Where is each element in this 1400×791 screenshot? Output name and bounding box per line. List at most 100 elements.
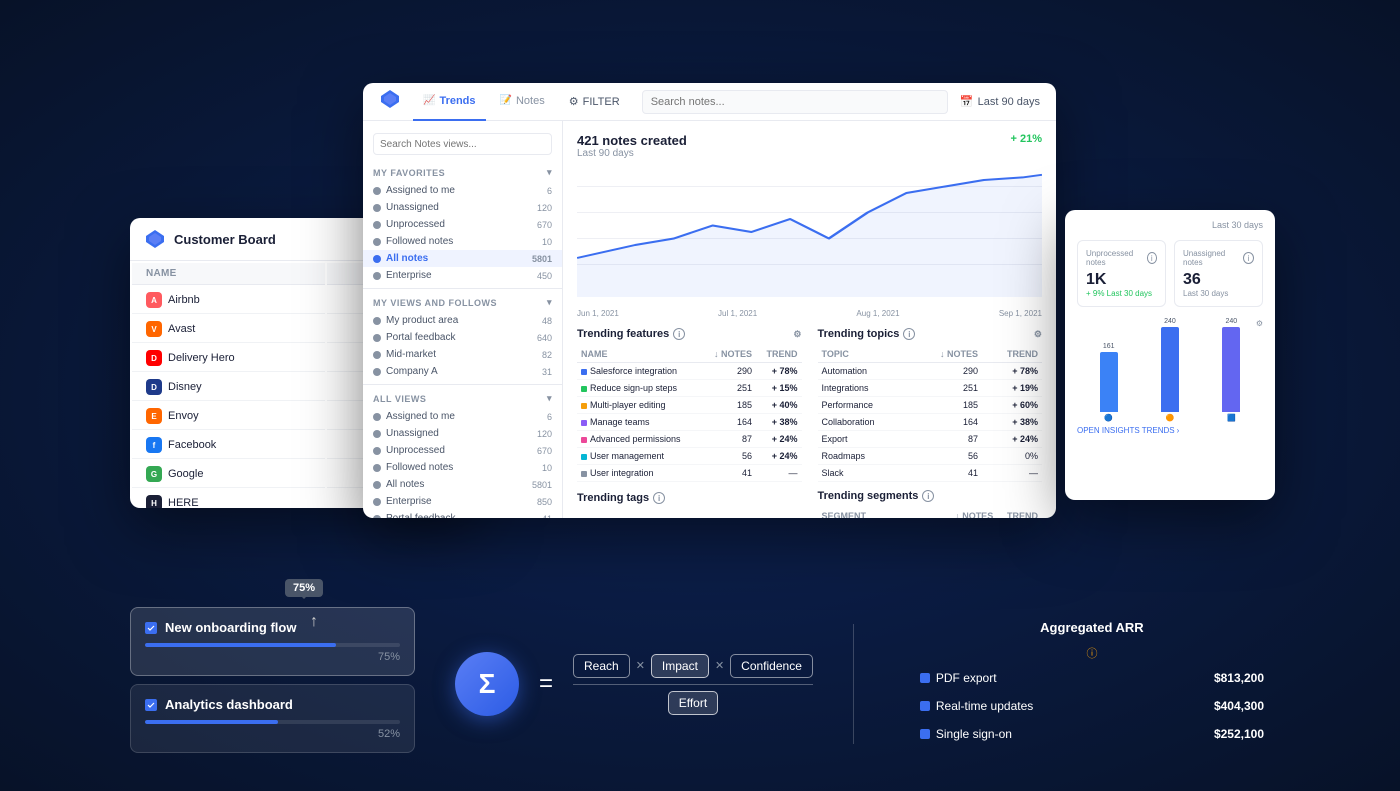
- sidebar-item[interactable]: Portal feedback41: [363, 510, 562, 518]
- sidebar-item[interactable]: My product area 48: [363, 312, 562, 329]
- pcard-checkbox: [145, 622, 157, 634]
- company-name: H HERE: [132, 490, 325, 508]
- feature-trend: + 78%: [756, 363, 801, 380]
- sidebar-item[interactable]: Enterprise850: [363, 493, 562, 510]
- sidebar-all-list: Assigned to me6Unassigned120Unprocessed6…: [363, 408, 562, 518]
- arr-dot: [920, 729, 930, 739]
- sidebar-item-count: 5801: [532, 480, 552, 490]
- progress-cards: 75% ↑ New onboarding flow 75% Analytics …: [130, 607, 415, 761]
- sidebar-item[interactable]: Assigned to me6: [363, 408, 562, 425]
- sidebar-item-count: 10: [542, 237, 552, 247]
- arr-title-row: Aggregated ARR: [914, 620, 1270, 641]
- company-name: G Google: [132, 461, 325, 488]
- company-name: V Avast: [132, 316, 325, 343]
- info-icon-segments: i: [922, 490, 934, 502]
- company-dot: f: [146, 437, 162, 453]
- open-insights-label: OPEN INSIGHTS TRENDS: [1077, 426, 1175, 435]
- sidebar-dot: [373, 368, 381, 376]
- progress-card[interactable]: New onboarding flow 75%: [130, 607, 415, 676]
- sidebar-item[interactable]: Unprocessed670: [363, 442, 562, 459]
- sidebar-item-count: 48: [542, 316, 552, 326]
- sidebar-item[interactable]: Company A31: [363, 363, 562, 380]
- chevron-down-icon-3: ▾: [547, 393, 552, 404]
- sidebar-item[interactable]: Mid-market82: [363, 346, 562, 363]
- company-dot: G: [146, 466, 162, 482]
- pcard-progress-bg: [145, 720, 400, 724]
- stats-row: Unprocessed notes i 1K + 9% Last 30 days…: [1077, 240, 1263, 307]
- sidebar-item-label: Followed notes: [386, 236, 453, 247]
- topic-notes: 251: [911, 380, 982, 397]
- progress-cards-list: New onboarding flow 75% Analytics dashbo…: [130, 607, 415, 753]
- sidebar-item[interactable]: Portal feedback640: [363, 329, 562, 346]
- tab-trends-label: Trends: [439, 95, 475, 107]
- topic-name: Automation: [818, 363, 912, 380]
- sidebar-item-label: My product area: [386, 315, 458, 326]
- sidebar-item-label: Enterprise: [386, 496, 432, 507]
- sidebar-dot: [373, 351, 381, 359]
- sidebar-item-count: 120: [537, 203, 552, 213]
- sidebar-favorites-list: Assigned to me6Unassigned120Unprocessed6…: [363, 182, 562, 284]
- pcard-header: Analytics dashboard: [145, 697, 400, 712]
- tag-confidence: Confidence: [730, 654, 813, 678]
- sidebar-item[interactable]: Unassigned120: [363, 199, 562, 216]
- sidebar-item[interactable]: Assigned to me6: [363, 182, 562, 199]
- topic-trend: + 24%: [982, 431, 1042, 448]
- favorites-label: MY FAVORITES: [373, 168, 445, 178]
- line-chart-svg: [577, 167, 1042, 297]
- company-name-label: Airbnb: [168, 294, 200, 306]
- bottom-section: 75% ↑ New onboarding flow 75% Analytics …: [130, 607, 1270, 761]
- settings-icon-topics[interactable]: ⚙: [1034, 329, 1042, 340]
- th-segment: SEGMENT: [818, 508, 945, 518]
- tab-notes[interactable]: 📝 Notes: [490, 83, 555, 121]
- open-insights-link[interactable]: OPEN INSIGHTS TRENDS ›: [1077, 426, 1263, 435]
- sidebar-item[interactable]: All notes5801: [363, 250, 562, 267]
- topic-name: Integrations: [818, 380, 912, 397]
- sidebar-search-input[interactable]: [373, 133, 552, 155]
- search-input[interactable]: [642, 90, 948, 114]
- feature-trend: + 38%: [756, 414, 801, 431]
- pcard-progress-fill: [145, 643, 336, 647]
- trends-icon: 📈: [423, 95, 435, 106]
- pcard-checkbox: [145, 699, 157, 711]
- sidebar-item-count: 450: [537, 271, 552, 281]
- sidebar-item[interactable]: Followed notes10: [363, 459, 562, 476]
- all-views-section: ALL VIEWS ▾: [363, 389, 562, 408]
- arrow-right-icon: ›: [1177, 426, 1180, 435]
- sidebar-item-label: Unprocessed: [386, 219, 445, 230]
- unprocessed-label: Unprocessed notes: [1086, 249, 1144, 267]
- unassigned-sub: Last 30 days: [1183, 289, 1254, 298]
- arr-dot: [920, 673, 930, 683]
- company-name: A Airbnb: [132, 287, 325, 314]
- progress-card[interactable]: Analytics dashboard 52%: [130, 684, 415, 753]
- sidebar-item[interactable]: Enterprise450: [363, 267, 562, 284]
- favorites-section: MY FAVORITES ▾: [363, 163, 562, 182]
- nav-filter[interactable]: ⚙ FILTER: [559, 83, 630, 121]
- th-feature-name: NAME: [577, 346, 702, 363]
- sidebar-item-count: 5801: [532, 254, 552, 264]
- bar-value: 240: [1164, 318, 1176, 325]
- feature-name: Reduce sign-up steps: [577, 380, 702, 397]
- info-icon-topics: i: [903, 328, 915, 340]
- table-row: Reduce sign-up steps 251 + 15%: [577, 380, 802, 397]
- feature-trend: + 40%: [756, 397, 801, 414]
- table-row: User management 56 + 24%: [577, 448, 802, 465]
- tab-trends[interactable]: 📈 Trends: [413, 83, 486, 121]
- settings-icon-features[interactable]: ⚙: [793, 329, 801, 340]
- info-icon-unassigned: i: [1243, 252, 1254, 264]
- company-dot: A: [146, 292, 162, 308]
- feature-notes: 164: [702, 414, 756, 431]
- sidebar-item[interactable]: Unassigned120: [363, 425, 562, 442]
- feature-name: Manage teams: [577, 414, 702, 431]
- main-analytics-card: 📈 Trends 📝 Notes ⚙ FILTER 📅 Last 90 days…: [363, 83, 1056, 518]
- all-views-label: ALL VIEWS: [373, 394, 426, 404]
- feature-notes: 290: [702, 363, 756, 380]
- table-row: Integrations 251 + 19%: [818, 380, 1043, 397]
- sidebar-item[interactable]: Followed notes 10: [363, 233, 562, 250]
- info-icon-unprocessed: i: [1147, 252, 1157, 264]
- company-name-label: Facebook: [168, 439, 216, 451]
- sidebar-dot: [373, 187, 381, 195]
- sidebar-item[interactable]: Unprocessed670: [363, 216, 562, 233]
- topic-name: Slack: [818, 465, 912, 482]
- sidebar-item[interactable]: All notes5801: [363, 476, 562, 493]
- topic-notes: 56: [911, 448, 982, 465]
